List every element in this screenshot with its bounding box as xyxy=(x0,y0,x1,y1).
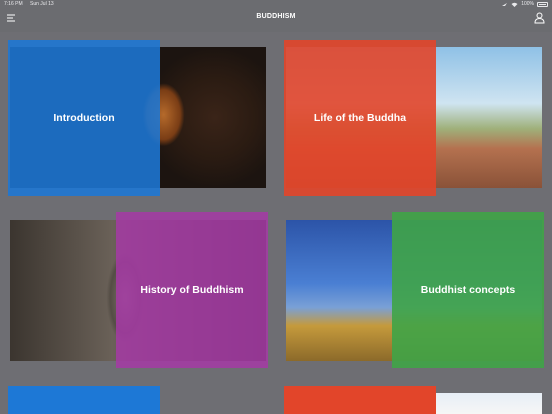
tile-label: Buddhist concepts xyxy=(420,284,516,296)
tile-overlay: Introduction xyxy=(8,40,160,196)
location-icon xyxy=(502,2,508,6)
tile-overlay xyxy=(8,386,160,414)
tile-overlay: Buddhist concepts xyxy=(392,212,544,368)
battery-icon xyxy=(537,1,548,7)
navigation-bar: BUDDHISM xyxy=(0,8,552,32)
page-title: BUDDHISM xyxy=(256,13,296,20)
tile-image xyxy=(436,393,542,414)
status-right: 100% xyxy=(501,0,548,8)
tile-label: History of Buddhism xyxy=(140,284,244,296)
status-left: 7:16 PM Sun Jul 13 xyxy=(4,0,60,8)
tile-label: Introduction xyxy=(53,112,115,124)
status-time: 7:16 PM xyxy=(4,1,23,7)
status-bar: 7:16 PM Sun Jul 13 100% xyxy=(0,0,552,8)
battery-percent: 100% xyxy=(521,1,534,7)
status-date: Sun Jul 13 xyxy=(30,1,54,7)
tile-label: Life of the Buddha xyxy=(313,112,407,124)
wifi-icon xyxy=(511,2,518,7)
tile-overlay: Life of the Buddha xyxy=(284,40,436,196)
tile-overlay: History of Buddhism xyxy=(116,212,268,368)
user-icon[interactable] xyxy=(534,12,545,24)
tile-overlay xyxy=(284,386,436,414)
